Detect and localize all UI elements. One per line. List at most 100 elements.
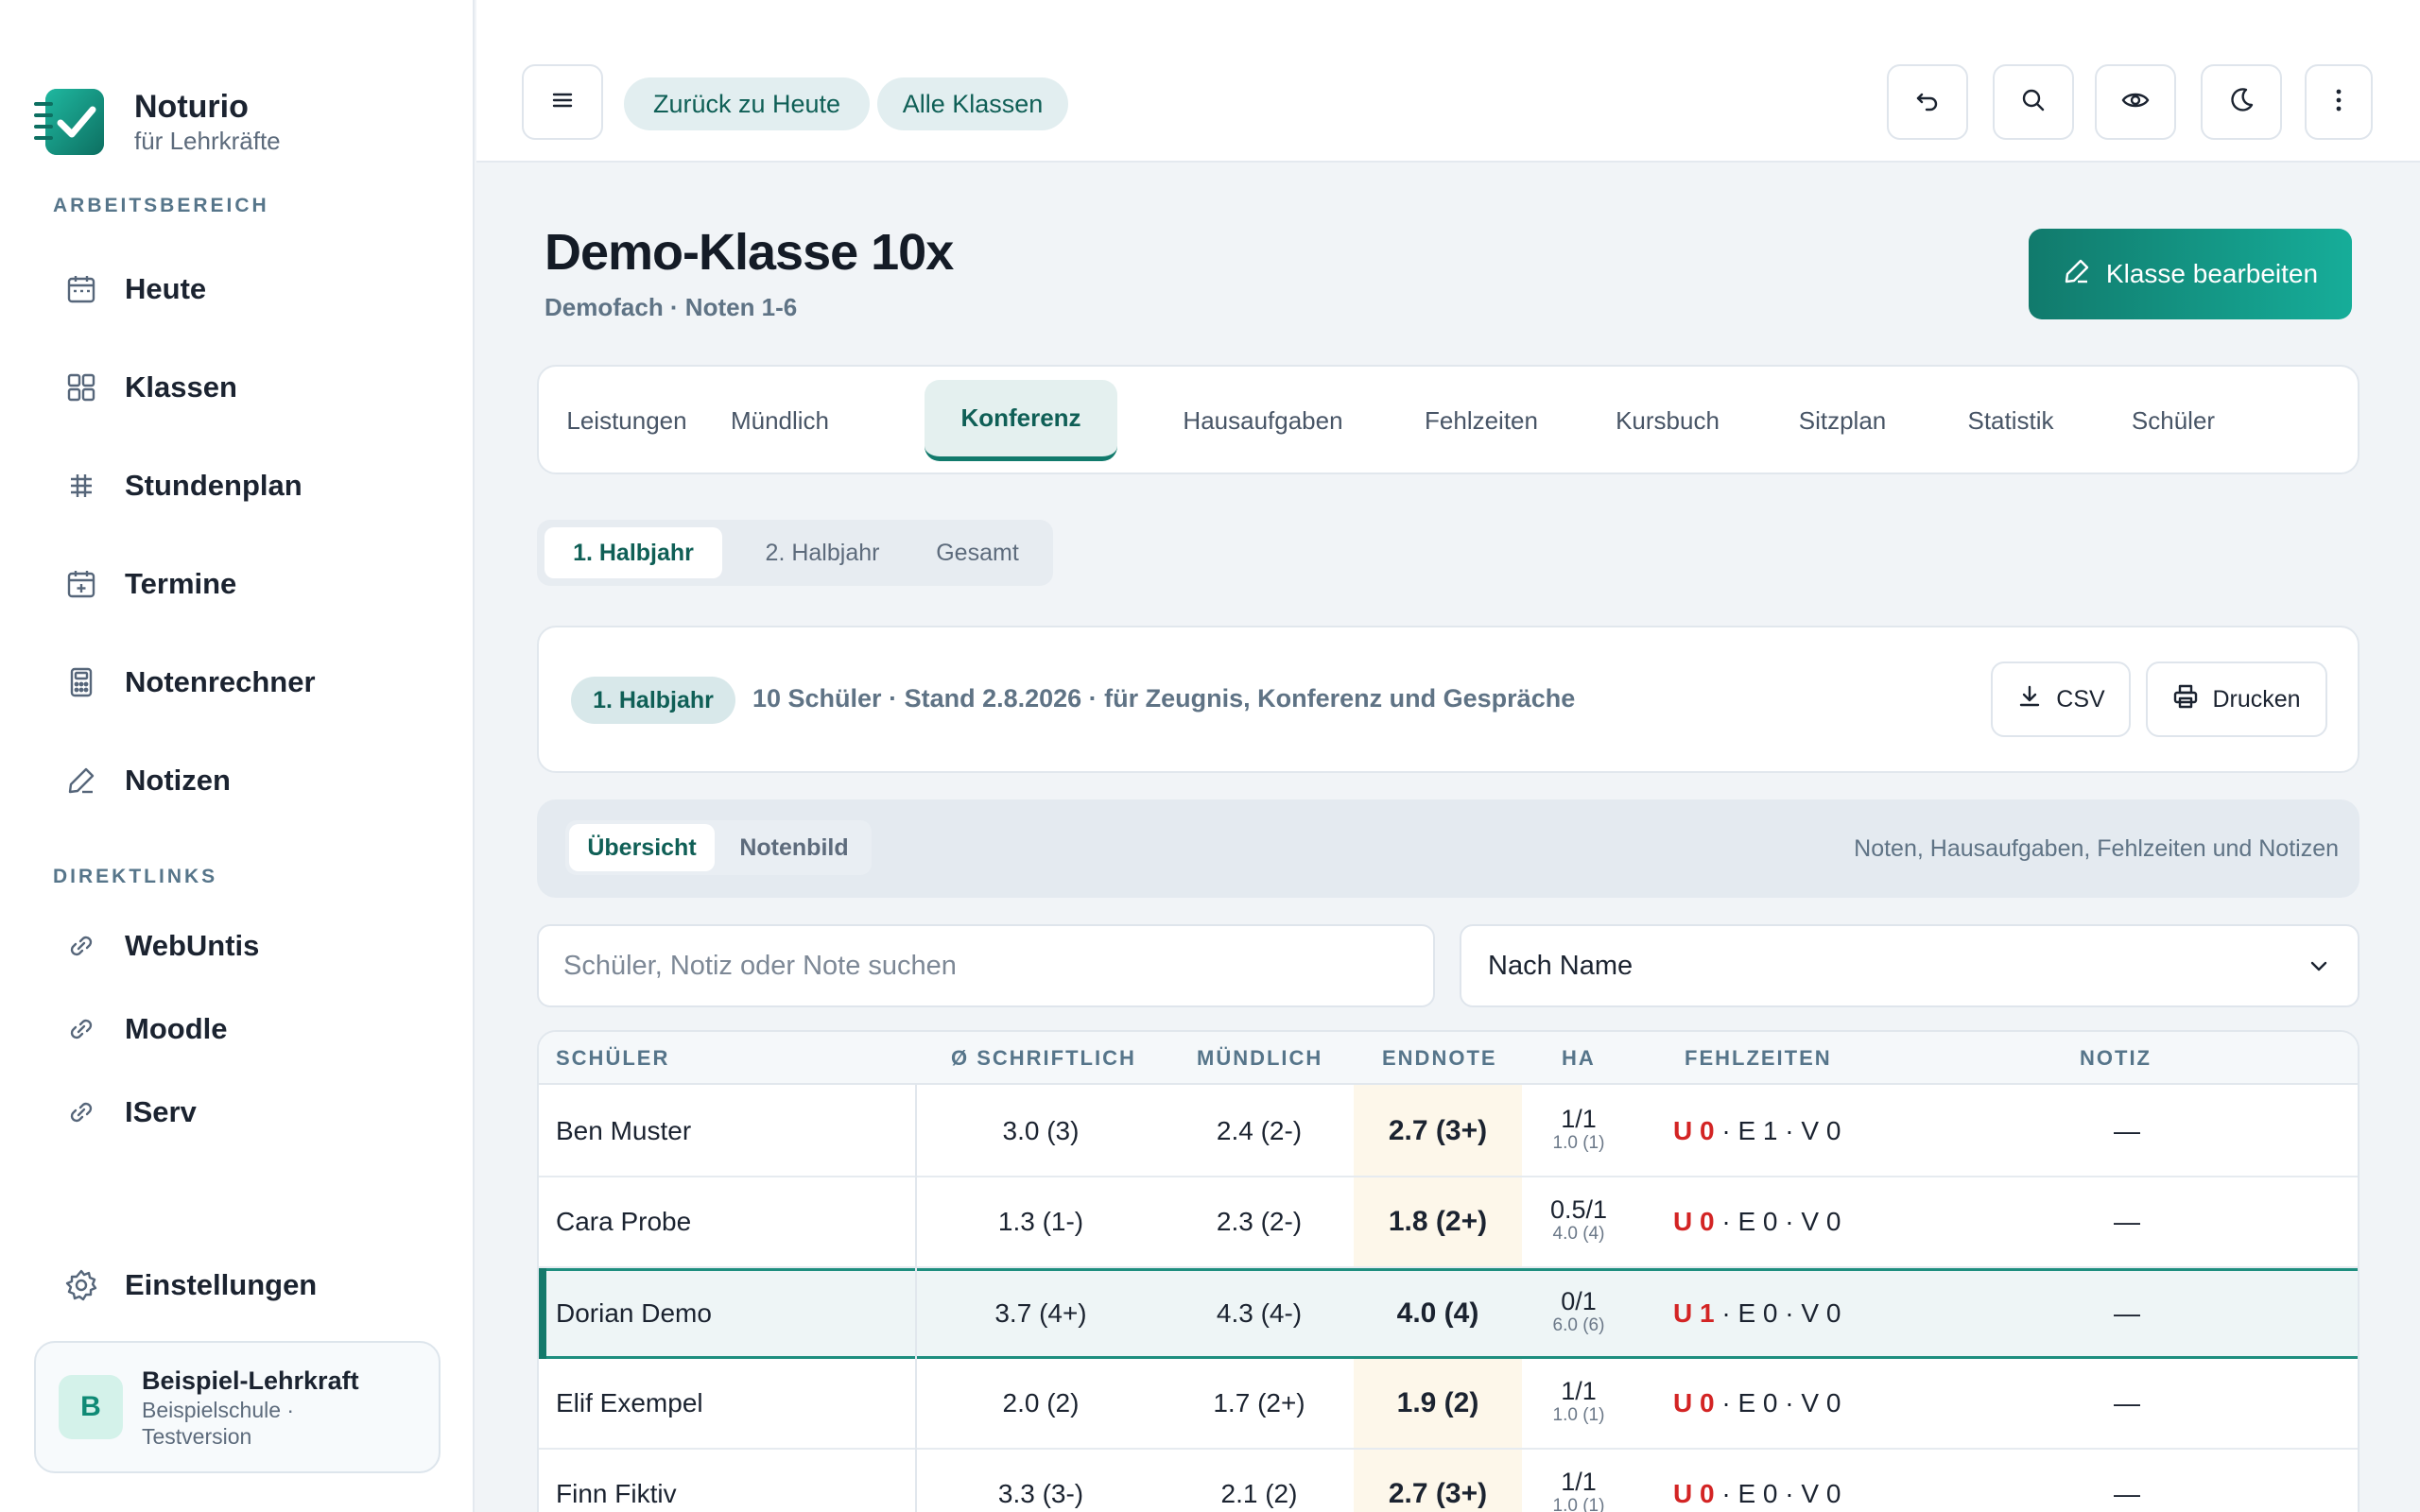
written-average: 2.0 (2) [1002,1388,1080,1418]
brand[interactable]: Noturio für Lehrkräfte [34,85,281,159]
undo-button[interactable] [1887,64,1968,140]
column-divider [915,1085,917,1512]
tab-statistik[interactable]: Statistik [1936,380,2085,461]
oral-grade: 2.1 (2) [1220,1479,1298,1508]
student-name[interactable]: Finn Fiktiv [556,1450,677,1512]
oral-grade: 2.3 (2-) [1216,1207,1303,1236]
note-cell[interactable]: — [2014,1450,2240,1512]
view-grade-picture[interactable]: Notenbild [722,824,866,871]
absence-rest: · E 0 · V 0 [1714,1207,1841,1236]
column-header-oral[interactable]: MÜNDLICH [1197,1032,1322,1085]
sidebar-item-notizen[interactable]: Notizen [62,752,231,809]
more-button[interactable] [2305,64,2373,140]
section-label-workspace: ARBEITSBEREICH [53,195,269,216]
unexcused-count: U 0 [1673,1207,1715,1236]
visibility-button[interactable] [2095,64,2176,140]
table-row[interactable]: Finn Fiktiv 3.3 (3-) 2.1 (2) 2.7 (3+) 1/1 1.0… [539,1450,2358,1512]
sort-select[interactable]: Nach Name [1460,924,2360,1007]
link-icon [62,1093,100,1131]
section-label-links: DIREKTLINKS [53,866,218,887]
tab-fehlzeiten[interactable]: Fehlzeiten [1393,380,1569,461]
final-grade: 4.0 (4) [1396,1297,1479,1329]
sidebar-item-label: Einstellungen [125,1268,318,1301]
homework-cell: 1/1 1.0 (1) [1522,1450,1635,1512]
column-header-student[interactable]: SCHÜLER [556,1032,669,1085]
column-header-absence[interactable]: FEHLZEITEN [1685,1032,1832,1085]
table-row[interactable]: Cara Probe 1.3 (1-) 2.3 (2-) 1.8 (2+) 0.5/1 4… [539,1177,2358,1268]
sidebar-item-klassen[interactable]: Klassen [62,359,237,416]
student-name[interactable]: Ben Muster [556,1087,691,1176]
edit-class-button[interactable]: Klasse bearbeiten [2029,229,2352,319]
menu-button[interactable] [522,64,603,140]
period-second-half[interactable]: 2. Halbjahr [734,527,911,578]
search-input[interactable] [537,924,1435,1007]
dark-mode-button[interactable] [2201,64,2282,140]
absence-cell: U 0 · E 1 · V 0 [1673,1087,2014,1176]
sidebar-item-einstellungen[interactable]: Einstellungen [62,1257,317,1314]
period-total[interactable]: Gesamt [915,527,1040,578]
period-first-half[interactable]: 1. Halbjahr [544,527,722,578]
table-header: SCHÜLER Ø SCHRIFTLICH MÜNDLICH ENDNOTE H… [539,1032,2358,1085]
view-bar: Übersicht Notenbild Noten, Hausaufgaben,… [537,799,2360,898]
homework-grade: 1.0 (1) [1552,1496,1605,1512]
final-grade: 2.7 (3+) [1388,1478,1488,1509]
absence-rest: · E 0 · V 0 [1714,1298,1841,1328]
print-button[interactable]: Drucken [2146,662,2327,737]
sidebar-item-termine[interactable]: Termine [62,556,236,612]
sidebar-item-notenrechner[interactable]: Notenrechner [62,654,316,711]
view-overview[interactable]: Übersicht [569,824,715,871]
column-header-note[interactable]: NOTIZ [2080,1032,2152,1085]
absence-rest: · E 1 · V 0 [1714,1116,1841,1145]
sidebar-item-label: Termine [125,567,237,600]
sidebar-item-label: Notizen [125,764,231,797]
tab-hausaufgaben[interactable]: Hausaufgaben [1150,380,1376,461]
homework-grade: 1.0 (1) [1552,1133,1605,1153]
column-header-final[interactable]: ENDNOTE [1382,1032,1497,1085]
note-cell[interactable]: — [2014,1359,2240,1448]
homework-cell: 0.5/1 4.0 (4) [1522,1177,1635,1266]
student-name[interactable]: Cara Probe [556,1177,691,1266]
tab-sitzplan[interactable]: Sitzplan [1766,380,1919,461]
homework-grade: 6.0 (6) [1552,1315,1605,1335]
tab-konferenz[interactable]: Konferenz [925,380,1117,461]
sidebar-item-label: Klassen [125,370,237,404]
csv-label: CSV [2056,685,2105,713]
sidebar-item-stundenplan[interactable]: Stundenplan [62,457,302,514]
back-to-today-button[interactable]: Zurück zu Heute [624,77,870,130]
homework-cell: 0/1 6.0 (6) [1522,1271,1635,1356]
unexcused-count: U 0 [1673,1116,1715,1145]
sidebar-item-heute[interactable]: Heute [62,261,206,318]
sidebar-item-label: Notenrechner [125,665,316,698]
column-header-written[interactable]: Ø SCHRIFTLICH [951,1032,1136,1085]
note-cell[interactable]: — [2014,1177,2240,1266]
table-row[interactable]: Ben Muster 3.0 (3) 2.4 (2-) 2.7 (3+) 1/1 1.0 … [539,1087,2358,1177]
table-row[interactable]: Dorian Demo 3.7 (4+) 4.3 (4-) 4.0 (4) 0/1 6.0… [539,1268,2358,1359]
sidebar-link-webuntis[interactable]: WebUntis [62,918,259,974]
note-cell[interactable]: — [2014,1271,2240,1356]
tab-muendlich[interactable]: Mündlich [711,380,849,461]
user-school: Beispielschule · [142,1398,295,1422]
tab-leistungen[interactable]: Leistungen [558,380,696,461]
note-cell[interactable]: — [2014,1087,2240,1176]
tab-schueler[interactable]: Schüler [2102,380,2244,461]
all-classes-button[interactable]: Alle Klassen [877,77,1068,130]
csv-export-button[interactable]: CSV [1991,662,2131,737]
user-card[interactable]: B Beispiel-Lehrkraft Beispielschule · Te… [34,1341,441,1473]
link-icon [62,927,100,965]
search-button[interactable] [1993,64,2074,140]
table-row[interactable]: Elif Exempel 2.0 (2) 1.7 (2+) 1.9 (2) 1/1 1.0… [539,1359,2358,1450]
student-name[interactable]: Elif Exempel [556,1359,703,1448]
student-name[interactable]: Dorian Demo [556,1271,712,1356]
final-grade: 1.9 (2) [1396,1387,1479,1418]
absence-cell: U 0 · E 0 · V 0 [1673,1359,2014,1448]
absence-cell: U 0 · E 0 · V 0 [1673,1450,2014,1512]
sidebar-link-moodle[interactable]: Moodle [62,1001,228,1057]
user-version: Testversion [142,1424,252,1449]
view-hint: Noten, Hausaufgaben, Fehlzeiten und Noti… [1854,835,2339,862]
sidebar-link-iserv[interactable]: IServ [62,1084,197,1141]
homework-ratio: 0/1 [1561,1287,1597,1315]
column-header-ha[interactable]: HA [1562,1032,1596,1085]
class-tabs: Leistungen Mündlich Konferenz Hausaufgab… [537,365,2360,474]
tab-kursbuch[interactable]: Kursbuch [1584,380,1751,461]
written-average: 3.3 (3-) [997,1479,1084,1508]
